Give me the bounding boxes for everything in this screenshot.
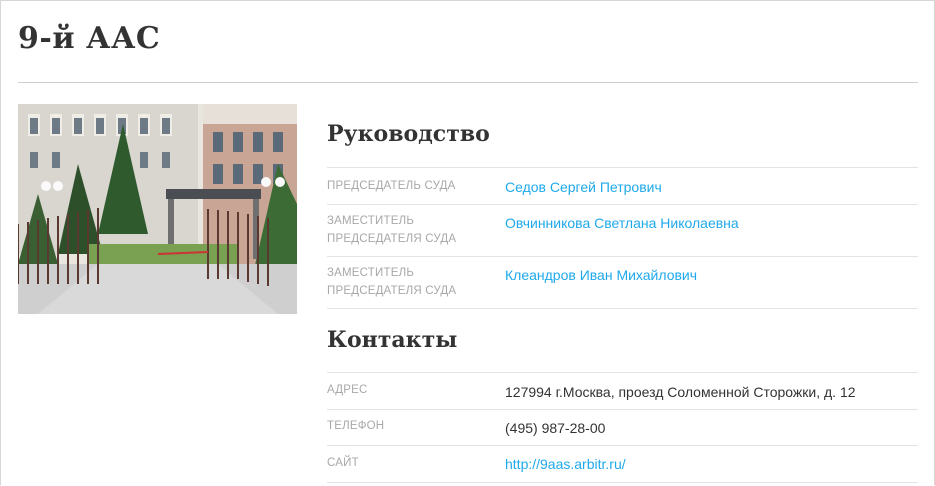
title-divider — [18, 82, 918, 83]
deputy-chairman-link-2[interactable]: Клеандров Иван Михайлович — [505, 266, 697, 284]
row-divider — [327, 445, 918, 446]
website-link[interactable]: http://9aas.arbitr.ru/ — [505, 455, 626, 473]
deputy-chairman-label-1: ЗАМЕСТИТЕЛЬ ПРЕДСЕДАТЕЛЯ СУДА — [327, 215, 457, 245]
website-label: САЙТ — [327, 457, 359, 469]
phone-label: ТЕЛЕФОН — [327, 420, 385, 432]
row-divider — [327, 308, 918, 309]
page-title: 9-й ААС — [18, 21, 161, 56]
deputy-chairman-label-2: ЗАМЕСТИТЕЛЬ ПРЕДСЕДАТЕЛЯ СУДА — [327, 267, 457, 297]
contacts-heading: Контакты — [327, 327, 458, 353]
deputy-chairman-link-1[interactable]: Овчинникова Светлана Николаевна — [505, 214, 739, 232]
row-divider — [327, 256, 918, 257]
leadership-heading: Руководство — [327, 121, 490, 147]
chairman-label: ПРЕДСЕДАТЕЛЬ СУДА — [327, 180, 456, 192]
row-divider — [327, 372, 918, 373]
row-divider — [327, 482, 918, 483]
court-building-photo — [18, 104, 297, 314]
address-label: АДРЕС — [327, 384, 368, 396]
row-divider — [327, 409, 918, 410]
phone-value: (495) 987-28-00 — [505, 420, 606, 436]
row-divider — [327, 167, 918, 168]
address-value: 127994 г.Москва, проезд Соломенной Сторо… — [505, 384, 856, 400]
chairman-link[interactable]: Седов Сергей Петрович — [505, 178, 662, 196]
court-card: 9-й ААС Руководство ПРЕДСЕДАТЕЛЬ СУДА Се… — [0, 0, 935, 485]
row-divider — [327, 204, 918, 205]
court-building-image — [18, 104, 297, 314]
